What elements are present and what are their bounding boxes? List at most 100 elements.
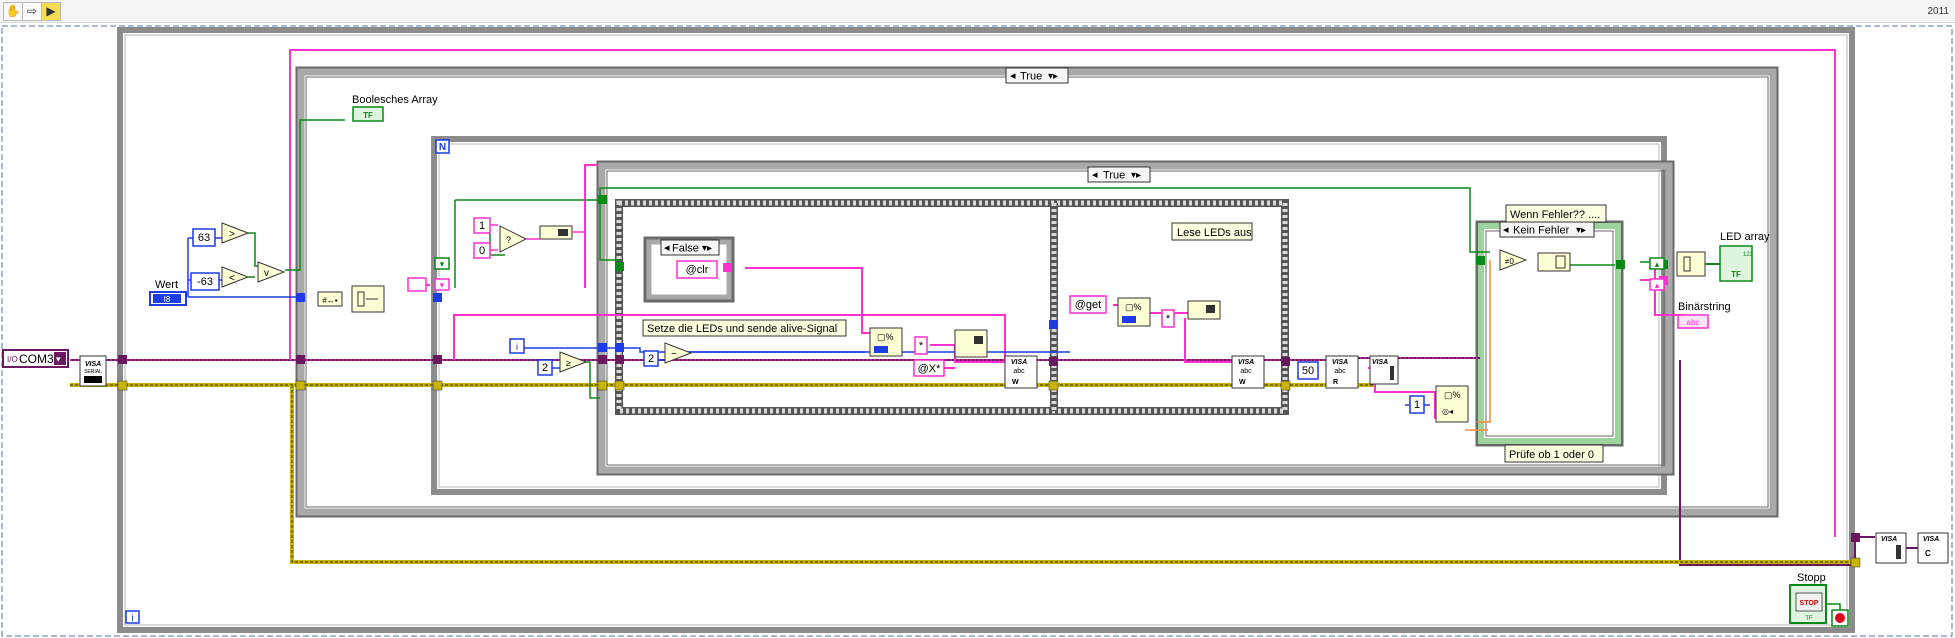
array-index-node	[351, 285, 385, 313]
svg-text:abc: abc	[1240, 368, 1252, 375]
less-than-node: <	[221, 266, 250, 288]
svg-text:VISA: VISA	[1923, 536, 1939, 543]
svg-text:2: 2	[542, 362, 548, 374]
svg-text:▢%: ▢%	[1444, 390, 1461, 400]
or-node: v	[257, 261, 286, 283]
concatenate-node-2	[1187, 300, 1221, 320]
constant-2-left: 2	[537, 359, 553, 376]
svg-text:?: ?	[506, 235, 511, 245]
boolean-array-indicator: TF	[352, 106, 384, 122]
compare-wires	[248, 232, 258, 278]
svg-text:Lese LEDs aus: Lese LEDs aus	[1177, 227, 1252, 239]
svg-text:VISA: VISA	[1011, 359, 1027, 366]
for-loop-count-terminal: N	[435, 139, 450, 154]
visa-resource-control[interactable]: I/O COM3 ▾	[2, 349, 69, 368]
svg-text:2: 2	[648, 353, 654, 365]
svg-text:VISA: VISA	[1332, 359, 1348, 366]
format-string-node-2: ▢%	[1117, 297, 1151, 327]
stop-label: Stopp	[1797, 572, 1826, 584]
svg-text:▾: ▾	[440, 259, 445, 269]
constant-63: 63	[192, 228, 216, 247]
svg-text:>: >	[229, 229, 235, 240]
false-case-selector[interactable]: ◂ False ▾▸	[660, 239, 720, 256]
svg-text:◂: ◂	[1010, 70, 1016, 82]
svg-text:◂: ◂	[664, 242, 670, 254]
format-string-node-1: ▢%	[869, 327, 903, 357]
svg-text:▾: ▾	[56, 354, 61, 364]
svg-text:#↔▪: #↔▪	[322, 296, 337, 305]
svg-text:I/O: I/O	[7, 355, 18, 364]
block-diagram: i ◂ True ▾▸ N ◂ True ▾▸ ◂ False ▾▸ ◂ Kei…	[1, 25, 1953, 637]
build-array-node	[1537, 252, 1571, 272]
xstar-string-constant: @X*	[913, 359, 945, 377]
svg-text:R: R	[1333, 379, 1338, 386]
svg-text:◂: ◂	[1092, 169, 1098, 181]
empty-string-constant	[407, 277, 427, 292]
stop-button[interactable]: STOP TF	[1789, 584, 1827, 624]
loop-condition-terminal	[1831, 609, 1849, 627]
svg-text:-63: -63	[197, 276, 213, 288]
svg-text:N: N	[439, 142, 446, 153]
for-iteration-terminal: i	[509, 338, 525, 354]
svg-text:True: True	[1020, 71, 1042, 83]
svg-text:Setze die LEDs und sende alive: Setze die LEDs und sende alive-Signal	[647, 323, 837, 335]
svg-text:abc: abc	[1013, 368, 1025, 375]
while-iteration-terminal: i	[125, 610, 140, 624]
visa-configure-serial-node: VISA SERIAL	[79, 355, 107, 387]
array-build-node-out	[1676, 251, 1706, 277]
concatenate-node-1	[954, 329, 988, 358]
binary-string-label: Binärstring	[1678, 301, 1731, 313]
svg-text:0: 0	[479, 245, 485, 257]
svg-text:▾▸: ▾▸	[1131, 170, 1141, 181]
svg-text:Prüfe ob 1 oder 0: Prüfe ob 1 oder 0	[1509, 449, 1594, 461]
svg-text:i: i	[131, 613, 133, 624]
svg-text:C: C	[1925, 549, 1931, 558]
svg-text:W: W	[1239, 379, 1246, 386]
svg-text:◂: ◂	[1503, 224, 1509, 236]
svg-text:*: *	[1166, 313, 1171, 325]
svg-text:False: False	[672, 243, 699, 255]
led-array-indicator: 123 TF	[1719, 245, 1754, 282]
svg-text:−: −	[671, 349, 677, 360]
wert-control[interactable]: I8	[149, 291, 187, 306]
svg-text:True: True	[1103, 170, 1125, 182]
error-case-selector[interactable]: ◂ Kein Fehler ▾▸	[1499, 221, 1595, 238]
svg-text:I8: I8	[164, 295, 171, 304]
clr-string-constant: @clr	[676, 260, 718, 279]
constant-minus-63: -63	[190, 272, 220, 291]
svg-text:STOP: STOP	[1800, 600, 1819, 607]
visa-bytes-node: VISA	[1369, 355, 1399, 385]
svg-text:abc: abc	[1687, 318, 1700, 327]
visa-read-node: VISA abc R	[1325, 355, 1359, 389]
svg-text:63: 63	[198, 232, 210, 244]
svg-text:@clr: @clr	[686, 264, 709, 276]
svg-text:@get: @get	[1075, 299, 1101, 311]
svg-text:▢%: ▢%	[877, 332, 894, 342]
svg-text:W: W	[1012, 379, 1019, 386]
svg-text:VISA: VISA	[1238, 359, 1254, 366]
wert-label: Wert	[155, 279, 178, 291]
svg-text:VISA: VISA	[1881, 536, 1897, 543]
svg-text:1: 1	[479, 220, 485, 232]
constant-1-top: 1	[473, 217, 491, 234]
boolean-array-label: Boolesches Array	[352, 94, 438, 106]
comment-set-leds: Setze die LEDs und sende alive-Signal	[642, 319, 847, 337]
svg-text:Kein Fehler: Kein Fehler	[1513, 225, 1570, 237]
visa-write-node-1: VISA abc W	[1004, 355, 1038, 389]
inner-case-selector[interactable]: ◂ True ▾▸	[1087, 166, 1151, 183]
greater-than-node: >	[221, 222, 250, 244]
svg-text:TF: TF	[1731, 270, 1741, 279]
comment-check-1-or-0: Prüfe ob 1 oder 0	[1504, 444, 1604, 463]
svg-text:@X*: @X*	[918, 363, 942, 375]
star-string-constant-1: *	[914, 336, 928, 355]
constant-50: 50	[1297, 361, 1319, 380]
svg-text:123: 123	[1743, 252, 1754, 258]
svg-text:VISA: VISA	[85, 361, 101, 368]
svg-text:abc: abc	[1334, 368, 1346, 375]
outer-case-selector[interactable]: ◂ True ▾▸	[1005, 67, 1069, 84]
svg-text:i: i	[516, 342, 518, 353]
svg-text:≠0: ≠0	[1505, 257, 1514, 266]
get-string-constant: @get	[1069, 295, 1107, 314]
scan-from-string-node: ▢% ◎◂	[1435, 385, 1469, 423]
svg-text:TF: TF	[1805, 616, 1813, 622]
